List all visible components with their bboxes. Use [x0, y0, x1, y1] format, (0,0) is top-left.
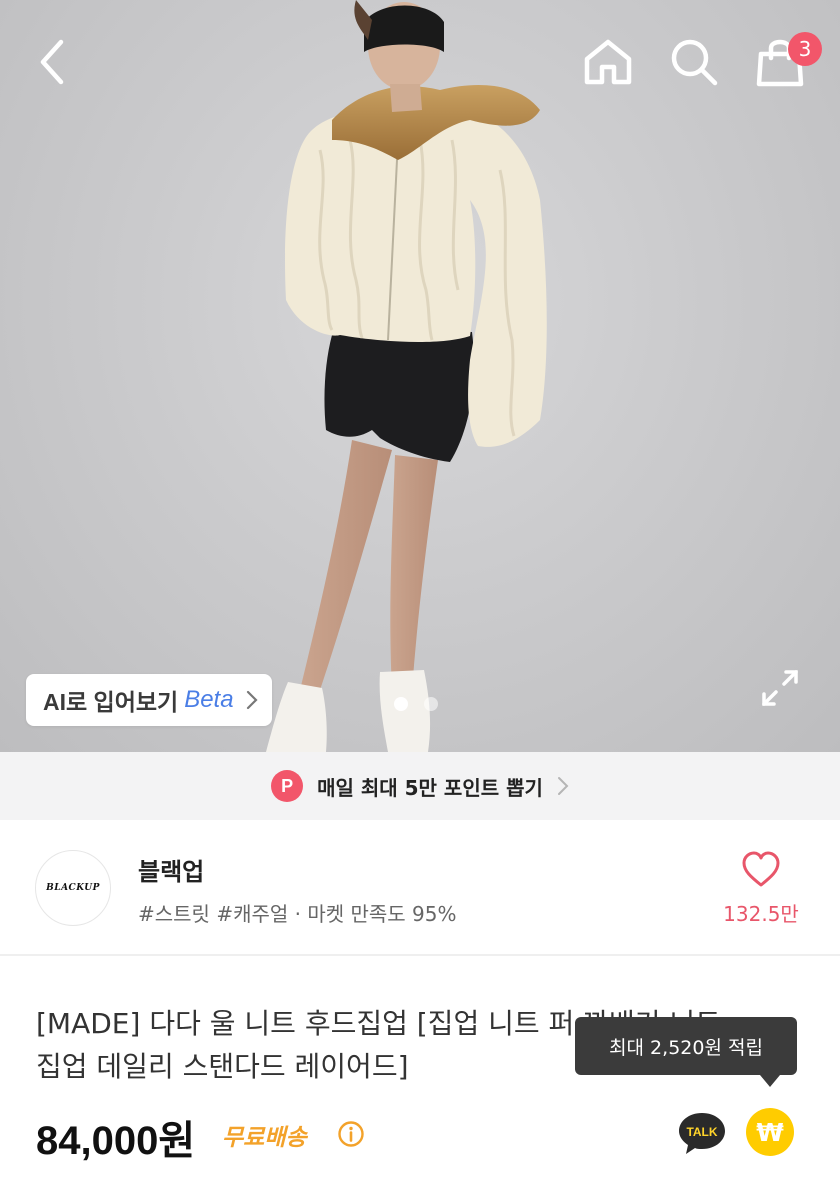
- expand-icon: [762, 670, 798, 706]
- chevron-right-icon: [557, 777, 569, 795]
- talk-label: TALK: [686, 1125, 717, 1139]
- product-price: 84,000원: [36, 1119, 196, 1163]
- reward-tooltip: 최대 2,520원 적립: [575, 1017, 797, 1075]
- shop-info-row[interactable]: BLACKUP 블랙업 #스트릿 #캐주얼 · 마켓 만족도 95% 132.5…: [0, 820, 840, 956]
- beta-label: Beta: [184, 686, 234, 713]
- carousel-dot-2[interactable]: [424, 697, 438, 711]
- cart-button[interactable]: 3: [748, 30, 822, 94]
- back-arrow-icon: [40, 39, 64, 85]
- cart-count-badge: 3: [788, 32, 822, 66]
- chevron-right-icon: [246, 690, 258, 710]
- carousel-dot-1[interactable]: [394, 697, 408, 711]
- ai-try-on-label: AI로 입어보기: [43, 689, 179, 715]
- point-icon: P: [271, 770, 304, 802]
- expand-image-button[interactable]: [756, 664, 804, 712]
- ai-try-on-button[interactable]: AI로 입어보기 Beta: [26, 674, 272, 726]
- shop-name[interactable]: 블랙업: [138, 852, 204, 887]
- won-coin-icon[interactable]: ₩: [746, 1108, 794, 1156]
- product-photo: [266, 0, 547, 752]
- free-shipping-label: 무료배송: [222, 1125, 307, 1151]
- heart-icon[interactable]: [741, 850, 781, 890]
- home-icon: [584, 39, 632, 85]
- shop-tags: #스트릿 #캐주얼 · 마켓 만족도 95%: [138, 902, 457, 926]
- kakao-talk-icon[interactable]: TALK: [677, 1110, 727, 1156]
- won-symbol: ₩: [756, 1117, 784, 1147]
- product-image-carousel[interactable]: 3 AI로 입어보기 Beta: [0, 0, 840, 752]
- tooltip-arrow: [760, 1075, 780, 1087]
- point-banner-text: 매일 최대 5만 포인트 뽑기: [317, 775, 543, 800]
- home-button[interactable]: [576, 30, 640, 94]
- shop-logo-text: BLACKUP: [46, 883, 100, 893]
- back-button[interactable]: [20, 30, 84, 94]
- info-icon[interactable]: [337, 1120, 365, 1148]
- like-count: 132.5만: [723, 902, 799, 926]
- search-button[interactable]: [662, 30, 726, 94]
- daily-point-banner[interactable]: P 매일 최대 5만 포인트 뽑기: [0, 752, 840, 820]
- search-icon: [671, 39, 718, 86]
- carousel-dots: [394, 697, 438, 711]
- shop-logo[interactable]: BLACKUP: [35, 850, 111, 926]
